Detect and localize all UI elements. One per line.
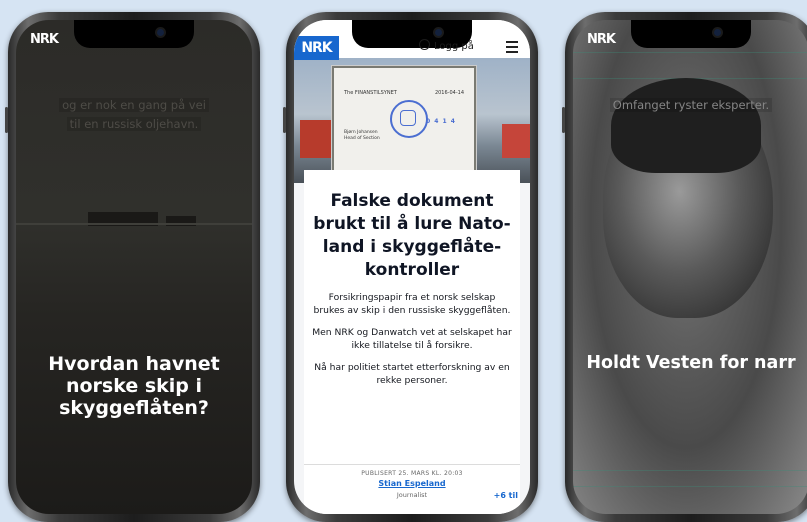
phone-mockup-2: NRK Logg på The FINANSTILSYNET 2016-04-1… xyxy=(283,12,538,522)
scan-line xyxy=(573,52,807,53)
phone-notch xyxy=(631,20,751,48)
caption-line: Omfanget ryster eksperter. xyxy=(609,98,773,112)
camera-icon xyxy=(435,29,442,36)
phone-mockup-1: NRK og er nok en gang på vei til en russ… xyxy=(5,12,260,522)
hero-image: The FINANSTILSYNET 2016-04-14 0 4 1 4 Bj… xyxy=(294,58,530,183)
story-title: Hvordan havnet norske skip i skyggeflåte… xyxy=(48,353,220,419)
phone-notch xyxy=(74,20,194,48)
nrk-logo[interactable]: NRK xyxy=(294,36,339,60)
nrk-logo: NRK xyxy=(30,32,59,47)
article-card: Falske dokument brukt til å lure Nato-la… xyxy=(304,170,520,514)
caption-line-1: og er nok en gang på vei xyxy=(59,98,209,112)
document-signature: Bjørn Johansen Head of Section xyxy=(344,130,380,142)
author-link[interactable]: Stian Espeland xyxy=(304,479,520,488)
article-headline[interactable]: Falske dokument brukt til å lure Nato-la… xyxy=(312,190,512,282)
article-paragraph: Nå har politiet startet etterforskning a… xyxy=(314,362,510,386)
article-paragraph: Men NRK og Danwatch vet at selskapet har… xyxy=(312,327,512,351)
portrait-hair xyxy=(611,78,761,173)
stamp-icon xyxy=(390,100,428,138)
publish-date: PUBLISERT 25. MARS KL. 20:03 xyxy=(361,470,463,477)
menu-icon[interactable] xyxy=(506,41,518,56)
camera-icon xyxy=(157,29,164,36)
user-icon xyxy=(419,39,430,50)
divider xyxy=(304,464,520,465)
document-sender: The FINANSTILSYNET xyxy=(344,90,397,96)
camera-icon xyxy=(714,29,721,36)
story-title: Holdt Vesten for narr xyxy=(586,353,796,373)
document-date: 2016-04-14 xyxy=(434,90,464,96)
phone-screen-3: NRK Omfanget ryster eksperter. Holdt Ves… xyxy=(573,20,807,514)
more-authors-link[interactable]: +6 til xyxy=(494,491,518,500)
stamp-number: 0 4 1 4 xyxy=(426,118,456,125)
phone-screen-2: NRK Logg på The FINANSTILSYNET 2016-04-1… xyxy=(294,20,530,514)
video-caption: Omfanget ryster eksperter. xyxy=(573,96,807,115)
caption-line-2: til en russisk oljehavn. xyxy=(66,117,202,131)
video-caption: og er nok en gang på vei til en russisk … xyxy=(16,96,252,134)
login-button[interactable]: Logg på xyxy=(419,39,474,52)
login-label: Logg på xyxy=(434,41,474,52)
byline: PUBLISERT 25. MARS KL. 20:03 Stian Espel… xyxy=(304,470,520,499)
signature-name: Bjørn Johansen xyxy=(344,130,378,135)
phone-mockup-3: NRK Omfanget ryster eksperter. Holdt Ves… xyxy=(562,12,807,522)
ship-hull xyxy=(502,124,530,158)
phone-screen-1: NRK og er nok en gang på vei til en russ… xyxy=(16,20,252,514)
article-paragraph: Forsikringspapir fra et norsk selskap br… xyxy=(313,292,511,316)
horizon-line xyxy=(16,223,252,225)
signature-title: Head of Section xyxy=(344,136,380,141)
author-role: Journalist xyxy=(396,491,428,499)
nrk-logo: NRK xyxy=(587,32,616,47)
scan-line xyxy=(573,486,807,487)
document-image: The FINANSTILSYNET 2016-04-14 0 4 1 4 Bj… xyxy=(332,66,476,178)
scan-line xyxy=(573,470,807,471)
